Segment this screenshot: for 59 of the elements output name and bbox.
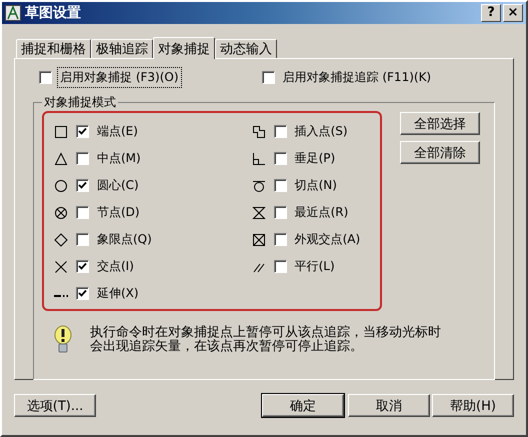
checkbox-label[interactable]: 启用对象捕捉追踪 (F11)(K) (280, 67, 434, 88)
cancel-button[interactable]: 取消 (348, 394, 430, 417)
checkbox-label[interactable]: 切点(N) (294, 177, 337, 194)
checkbox[interactable] (76, 287, 89, 300)
insertion-marker-icon (252, 124, 266, 138)
checkbox-label[interactable]: 最近点(R) (294, 204, 348, 221)
dialog-button[interactable]: 全部选择 (400, 112, 480, 135)
checkbox-label[interactable]: 垂足(P) (294, 150, 336, 167)
checkbox[interactable] (274, 152, 287, 165)
window-title: 草图设置 (25, 4, 82, 22)
checkbox[interactable] (39, 71, 52, 84)
dialog-button[interactable]: 全部清除 (400, 141, 480, 164)
checkbox[interactable] (76, 260, 89, 273)
group-title: 对象捕捉模式 (43, 94, 117, 111)
node-marker-icon (54, 206, 68, 220)
checkbox[interactable] (76, 125, 89, 138)
tangent-marker-icon (252, 178, 266, 192)
nearest-marker-icon (252, 206, 266, 220)
checkbox[interactable] (274, 233, 287, 246)
center-marker-icon (54, 178, 68, 192)
checkbox[interactable] (76, 233, 89, 246)
checkbox-label[interactable]: 平行(L) (294, 258, 335, 275)
intersection-marker-icon (54, 260, 68, 274)
checkbox-label[interactable]: 延伸(X) (97, 285, 139, 302)
help-button[interactable]: 帮助(H) (432, 394, 514, 417)
ok-button[interactable]: 确定 (262, 394, 344, 417)
midpoint-marker-icon (54, 152, 68, 166)
apparent-marker-icon (252, 232, 266, 246)
checkbox-label[interactable]: 象限点(Q) (97, 231, 152, 248)
checkbox-label[interactable]: 启用对象捕捉 (F3)(O) (57, 67, 182, 88)
checkbox[interactable] (274, 125, 287, 138)
checkbox-label[interactable]: 中点(M) (97, 150, 141, 167)
tab[interactable]: 极轴追踪 (91, 39, 153, 58)
options-button[interactable]: 选项(T)... (14, 394, 96, 417)
close-button[interactable]: × (503, 4, 523, 22)
checkbox[interactable] (76, 206, 89, 219)
checkbox-label[interactable]: 端点(E) (97, 123, 138, 140)
extension-marker-icon (54, 294, 68, 296)
checkbox[interactable] (262, 71, 275, 84)
checkbox-label[interactable]: 节点(D) (97, 204, 140, 221)
checkbox[interactable] (274, 179, 287, 192)
tab[interactable]: 捕捉和栅格 (16, 39, 91, 58)
help-button[interactable]: ? (481, 4, 501, 22)
lightbulb-icon (54, 325, 72, 355)
checkbox-label[interactable]: 交点(I) (97, 258, 134, 275)
checkbox[interactable] (274, 260, 287, 273)
checkbox-label[interactable]: 圆心(C) (97, 177, 139, 194)
perpendicular-marker-icon (252, 152, 266, 166)
checkbox[interactable] (76, 179, 89, 192)
endpoint-marker-icon (54, 124, 68, 138)
quadrant-marker-icon (54, 232, 68, 246)
checkbox-label[interactable]: 插入点(S) (294, 123, 348, 140)
checkbox[interactable] (274, 206, 287, 219)
hint-text: 执行命令时在对象捕捉点上暂停可从该点追踪，当移动光标时会出现追踪矢量，在该点再次暂停可停止追踪。 (90, 326, 442, 354)
app-icon (5, 5, 21, 21)
checkbox-label[interactable]: 外观交点(A) (294, 231, 360, 248)
tab[interactable]: 动态输入 (215, 39, 277, 58)
tab[interactable]: 对象捕捉 (153, 37, 215, 59)
checkbox[interactable] (76, 152, 89, 165)
